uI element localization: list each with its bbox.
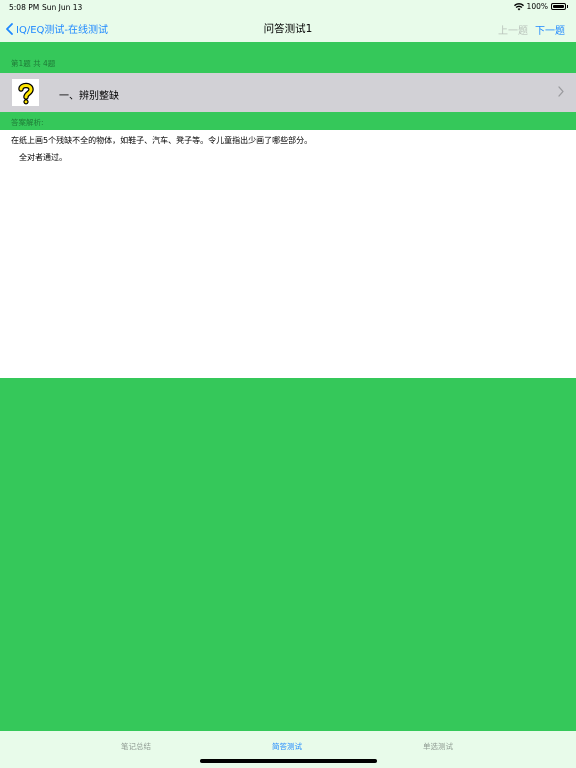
tab-single-choice-test[interactable]: 单选测试 — [398, 741, 478, 752]
previous-question-button[interactable]: 上一题 — [498, 22, 528, 37]
battery-icon — [551, 3, 566, 10]
answer-header-label: 答案解析: — [11, 118, 44, 127]
status-time: 5:08 PM — [9, 3, 40, 12]
answer-text-line-2: 全对者通过。 — [19, 153, 67, 162]
answer-header: 答案解析: — [0, 112, 576, 130]
status-bar: 5:08 PM Sun Jun 13 100% — [0, 0, 576, 14]
navigation-bar: IQ/EQ测试-在线测试 问答测试1 上一题 下一题 — [0, 14, 576, 42]
status-right: 100% — [513, 2, 568, 11]
wifi-icon — [513, 2, 524, 10]
tab-bar: 笔记总结 简答测试 单选测试 — [0, 731, 576, 768]
question-count-header: 第1题 共 4题 — [0, 42, 576, 72]
home-indicator — [200, 759, 377, 763]
page-title: 问答测试1 — [263, 23, 313, 35]
status-date: Sun Jun 13 — [42, 3, 83, 12]
question-title: 一、辨别整缺 — [59, 91, 119, 102]
tab-short-answer-test[interactable]: 简答测试 — [247, 741, 327, 752]
battery-tip — [567, 5, 568, 8]
answer-text-line-1: 在纸上画5个残缺不全的物体，如鞋子、汽车、凳子等。令儿童指出少画了哪些部分。 — [11, 136, 313, 145]
chevron-right-icon — [558, 86, 564, 97]
battery-percent: 100% — [526, 2, 548, 11]
tab-notes-summary[interactable]: 笔记总结 — [96, 741, 176, 752]
answer-text-area: 在纸上画5个残缺不全的物体，如鞋子、汽车、凳子等。令儿童指出少画了哪些部分。 全… — [0, 130, 576, 378]
question-row[interactable]: 一、辨别整缺 — [0, 73, 576, 112]
next-question-button[interactable]: 下一题 — [535, 22, 565, 37]
question-mark-icon — [12, 79, 39, 106]
question-count-label: 第1题 共 4题 — [11, 59, 56, 68]
